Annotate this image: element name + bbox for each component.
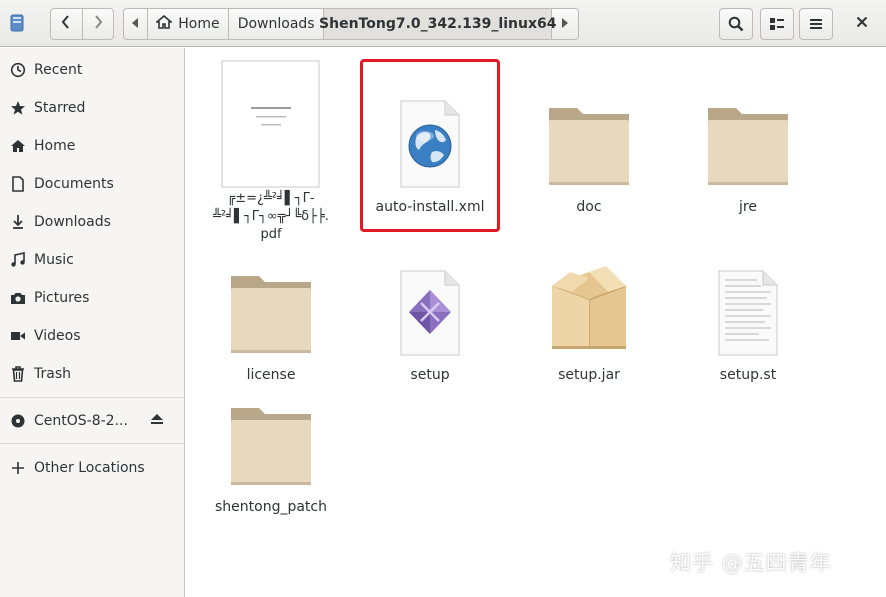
sidebar-item-label: CentOS-8-2... <box>34 413 128 429</box>
pdf-thumbnail-icon <box>221 60 321 188</box>
disc-icon <box>0 413 34 429</box>
archive-box-icon <box>548 228 630 356</box>
path-scroll-left-button[interactable] <box>124 9 148 39</box>
sidebar-item-label: Starred <box>34 100 86 116</box>
path-current-button[interactable]: ShenTong7.0_342.139_linux64 <box>319 9 556 39</box>
executable-icon <box>399 228 461 356</box>
sidebar: Recent Starred Home Documents Downloads … <box>0 48 185 597</box>
eject-icon[interactable] <box>150 413 164 429</box>
sidebar-item-label: Home <box>34 138 76 154</box>
plus-icon <box>0 462 34 474</box>
file-name: setup.st <box>719 367 777 383</box>
text-document-icon <box>717 228 779 356</box>
xml-globe-icon <box>399 60 461 188</box>
file-name: doc <box>576 199 602 215</box>
file-name: setup.jar <box>558 367 620 383</box>
list-view-icon <box>769 17 785 31</box>
back-button[interactable] <box>51 9 82 39</box>
sidebar-item-pictures[interactable]: Pictures <box>0 280 184 316</box>
file-item-jre-folder[interactable]: jre <box>673 60 823 216</box>
sidebar-item-trash[interactable]: Trash <box>0 356 184 392</box>
download-icon <box>0 214 34 230</box>
file-name: setup <box>410 367 450 383</box>
star-icon <box>0 100 34 116</box>
clock-icon <box>0 62 34 78</box>
file-item-pdf[interactable]: ╔±=¿╩²╛▌┐Γ- ╩²╛▌┐Γ┐∞╦┘╚δ├╞. pdf <box>196 60 346 244</box>
path-current-label: ShenTong7.0_342.139_linux64 <box>319 16 557 32</box>
video-icon <box>0 329 34 343</box>
folder-icon <box>706 60 790 188</box>
search-icon <box>728 16 744 32</box>
sidebar-item-label: Trash <box>34 366 71 382</box>
file-item-setup[interactable]: setup <box>355 228 505 384</box>
chevron-right-icon <box>93 15 103 33</box>
sidebar-item-documents[interactable]: Documents <box>0 166 184 202</box>
folder-icon <box>229 360 313 488</box>
sidebar-item-downloads[interactable]: Downloads <box>0 204 184 240</box>
triangle-left-icon <box>132 16 139 32</box>
file-name: auto-install.xml <box>375 199 485 215</box>
hamburger-menu-icon <box>809 18 823 30</box>
file-item-shentong-patch-folder[interactable]: shentong_patch <box>196 360 346 516</box>
file-item-setup-jar[interactable]: setup.jar <box>514 228 664 384</box>
folder-icon <box>229 228 313 356</box>
home-icon <box>0 138 34 154</box>
path-scroll-right-button[interactable] <box>552 9 578 39</box>
sidebar-item-videos[interactable]: Videos <box>0 318 184 354</box>
search-button[interactable] <box>719 8 753 40</box>
sidebar-item-recent[interactable]: Recent <box>0 52 184 88</box>
home-icon <box>155 14 174 33</box>
document-icon <box>0 176 34 192</box>
sidebar-item-starred[interactable]: Starred <box>0 90 184 126</box>
sidebar-item-music[interactable]: Music <box>0 242 184 278</box>
file-item-doc-folder[interactable]: doc <box>514 60 664 216</box>
menu-button[interactable] <box>799 8 833 40</box>
close-window-button[interactable] <box>849 12 875 36</box>
sidebar-item-other-locations[interactable]: Other Locations <box>0 450 184 486</box>
header-bar: Home Downloads ShenTong7.0_342.139_linux… <box>0 0 886 47</box>
chevron-left-icon <box>61 15 71 33</box>
sidebar-item-label: Pictures <box>34 290 90 306</box>
music-icon <box>0 252 34 268</box>
sidebar-separator <box>0 443 184 444</box>
sidebar-item-label: Documents <box>34 176 114 192</box>
path-bar: Home Downloads ShenTong7.0_342.139_linux… <box>123 8 579 40</box>
path-home-button[interactable]: Home <box>148 9 230 39</box>
close-icon <box>856 16 868 32</box>
sidebar-separator <box>0 397 184 398</box>
path-downloads-button[interactable]: Downloads <box>229 9 325 39</box>
navigation-buttons <box>50 8 114 40</box>
sidebar-item-label: Music <box>34 252 74 268</box>
path-home-label: Home <box>178 16 220 32</box>
sidebar-item-label: Videos <box>34 328 81 344</box>
trash-icon <box>0 366 34 382</box>
sidebar-item-label: Other Locations <box>34 460 145 476</box>
sidebar-item-label: Recent <box>34 62 83 78</box>
watermark: 知乎 @五四青年 <box>670 551 832 575</box>
file-grid: ╔±=¿╩²╛▌┐Γ- ╩²╛▌┐Γ┐∞╦┘╚δ├╞. pdf auto-ins… <box>186 48 886 597</box>
camera-icon <box>0 291 34 305</box>
forward-button[interactable] <box>81 9 114 39</box>
path-downloads-label: Downloads <box>237 16 315 32</box>
sidebar-item-device[interactable]: CentOS-8-2... <box>0 403 184 439</box>
file-item-xml[interactable]: auto-install.xml <box>355 60 505 216</box>
view-toggle-button[interactable] <box>760 8 794 40</box>
folder-icon <box>547 60 631 188</box>
file-name: shentong_patch <box>215 499 327 515</box>
file-name: jre <box>739 199 757 215</box>
sidebar-item-home[interactable]: Home <box>0 128 184 164</box>
drive-icon <box>10 14 24 32</box>
triangle-right-icon <box>562 16 569 32</box>
sidebar-item-label: Downloads <box>34 214 111 230</box>
file-item-setup-st[interactable]: setup.st <box>673 228 823 384</box>
